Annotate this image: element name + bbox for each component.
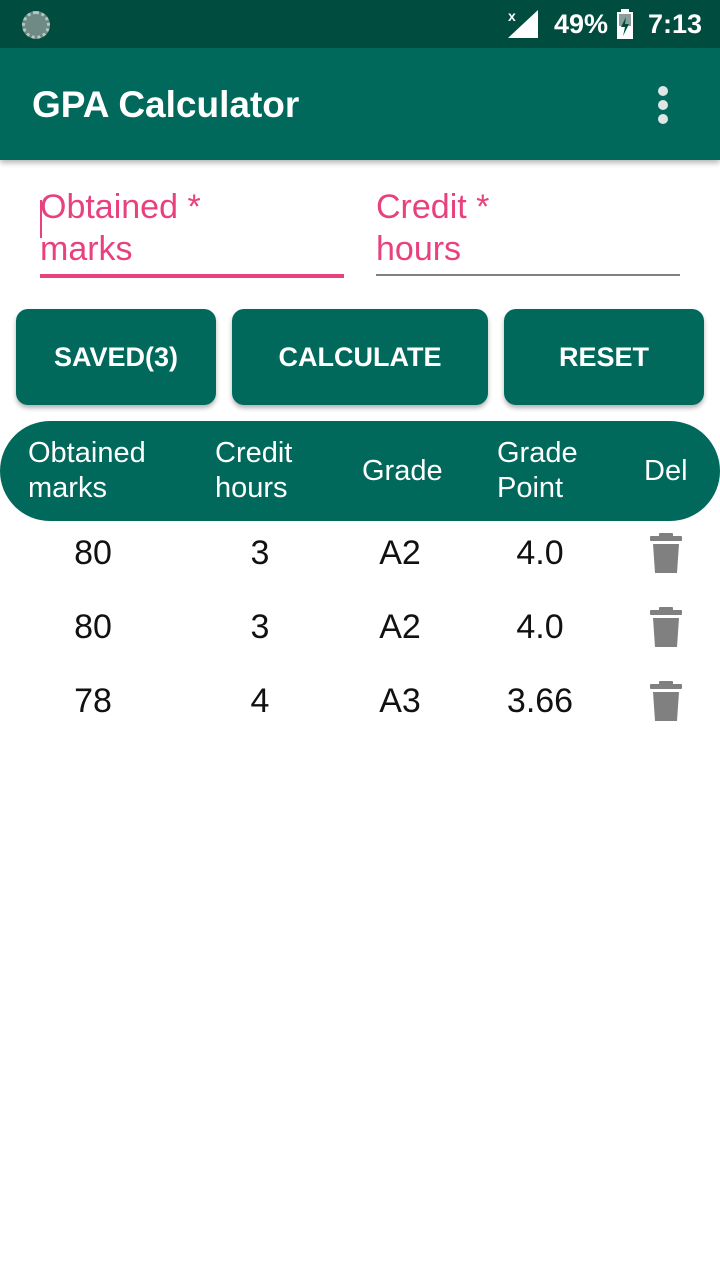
credit-hours-input[interactable]: Credit * hours [376, 186, 680, 278]
saved-button[interactable]: SAVED(3) [16, 309, 216, 405]
trash-icon[interactable] [650, 681, 682, 721]
calculate-button[interactable]: CALCULATE [232, 309, 488, 405]
table-row: 80 3 A2 4.0 [0, 590, 720, 664]
overflow-menu-icon[interactable] [648, 84, 680, 126]
svg-text:x: x [508, 8, 516, 24]
status-bar: x 49% 7:13 [0, 0, 720, 48]
cell-obtained-marks: 80 [74, 533, 112, 572]
battery-percentage: 49% [554, 9, 609, 39]
cell-grade: A2 [379, 607, 421, 646]
trash-icon[interactable] [650, 533, 682, 573]
header-credit-hours: Credit hours [215, 437, 293, 504]
reset-button[interactable]: RESET [504, 309, 704, 405]
cell-credit-hours: 4 [250, 681, 270, 720]
header-delete: Del [644, 454, 688, 487]
credit-hours-label: Credit * hours [376, 188, 490, 268]
obtained-marks-input[interactable]: Obtained * marks [40, 186, 344, 278]
table-row: 80 3 A2 4.0 [0, 516, 720, 590]
header-grade: Grade [362, 454, 443, 487]
cell-grade: A3 [379, 681, 421, 720]
cell-obtained-marks: 80 [74, 607, 112, 646]
battery-charging-icon [617, 9, 633, 39]
clock: 7:13 [648, 9, 703, 39]
cell-obtained-marks: 78 [74, 681, 112, 720]
trash-icon[interactable] [650, 607, 682, 647]
cell-credit-hours: 3 [250, 607, 270, 646]
table-header: Obtained marks Credit hours Grade Grade … [0, 421, 720, 521]
cell-grade-point: 3.66 [506, 681, 574, 720]
signal-x-icon: x [508, 8, 538, 38]
cell-grade-point: 4.0 [516, 533, 564, 572]
app-title: GPA Calculator [32, 84, 300, 125]
credit-hours-underline [376, 274, 680, 276]
cell-credit-hours: 3 [250, 533, 270, 572]
table-row: 78 4 A3 3.66 [0, 664, 720, 738]
cell-grade-point: 4.0 [516, 607, 564, 646]
obtained-marks-label: Obtained * marks [40, 188, 201, 268]
sync-icon [22, 11, 50, 39]
obtained-marks-underline [40, 274, 344, 278]
app-bar: GPA Calculator [0, 48, 720, 160]
header-grade-point: Grade Point [497, 437, 578, 504]
text-cursor [40, 200, 42, 238]
header-obtained-marks: Obtained marks [28, 437, 146, 504]
cell-grade: A2 [379, 533, 421, 572]
